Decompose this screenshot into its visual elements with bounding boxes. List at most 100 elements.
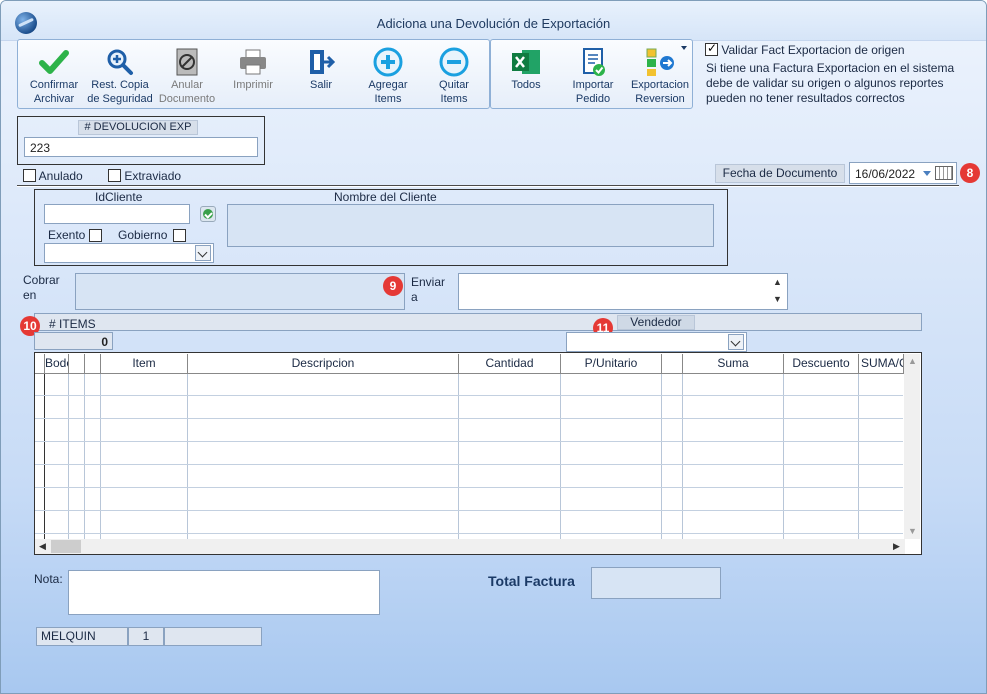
export-dropdown-icon[interactable]: [681, 46, 687, 50]
cobrar-field: [75, 273, 405, 310]
fecha-dropdown-icon[interactable]: [923, 171, 931, 176]
extraviado-checkbox[interactable]: Extraviado: [108, 169, 181, 183]
grid-divider: [858, 374, 859, 539]
exento-checkbox[interactable]: [89, 229, 102, 242]
gobierno-checkbox[interactable]: [173, 229, 186, 242]
export-toolbar: Todos Importar Pedido Exportacion Revers…: [490, 39, 693, 109]
anulado-check[interactable]: [23, 169, 36, 182]
devolucion-label: # DEVOLUCION EXP: [78, 120, 198, 135]
grid-col-header[interactable]: Suma: [683, 354, 784, 374]
enviar-scroll-up-icon[interactable]: ▲: [773, 277, 782, 287]
grid-col-header[interactable]: P/Unitario: [561, 354, 662, 374]
void-document-label: Anular Documento: [158, 79, 216, 105]
fecha-documento-label: Fecha de Documento: [715, 164, 845, 183]
grid-divider: [783, 374, 784, 539]
import-order-button[interactable]: Importar Pedido: [557, 44, 629, 106]
grid-divider: [682, 374, 683, 539]
grid-col-header[interactable]: [85, 354, 101, 374]
add-items-button[interactable]: Agregar Items: [352, 44, 424, 106]
total-factura-label: Total Factura: [488, 573, 575, 589]
items-count: 0: [34, 332, 113, 350]
grid-col-header[interactable]: Bodega: [45, 354, 69, 374]
grid-col-header[interactable]: Descripcion: [188, 354, 459, 374]
confirm-archive-button[interactable]: Confirmar Archivar: [18, 44, 90, 106]
nota-label: Nota:: [34, 572, 63, 586]
grid-row-line: [35, 441, 903, 442]
extraviado-check[interactable]: [108, 169, 121, 182]
exit-label: Salir: [309, 79, 332, 91]
confirm-archive-label: Confirmar Archivar: [29, 79, 79, 105]
export-all-button[interactable]: Todos: [490, 44, 562, 106]
idcliente-input[interactable]: [44, 204, 190, 224]
grid-col-header[interactable]: [69, 354, 85, 374]
exit-door-icon: [305, 46, 337, 78]
grid-row-line: [35, 533, 903, 534]
grid-col-header[interactable]: Descuento: [784, 354, 859, 374]
cobrar-label: Cobrar en: [23, 273, 60, 302]
grid-col-header[interactable]: [662, 354, 683, 374]
scroll-thumb[interactable]: [51, 540, 81, 553]
grid-col-header[interactable]: [35, 354, 45, 374]
grid-divider: [560, 374, 561, 539]
nota-textarea[interactable]: [68, 570, 380, 615]
grid-row-line: [35, 418, 903, 419]
grid-divider: [100, 374, 101, 539]
items-bar: [34, 313, 922, 331]
enviar-scroll-down-icon[interactable]: ▼: [773, 294, 782, 304]
vendedor-select[interactable]: [566, 332, 747, 352]
grid-col-header[interactable]: Item: [101, 354, 188, 374]
exit-button[interactable]: Salir: [285, 44, 357, 106]
restore-backup-button[interactable]: Rest. Copia de Seguridad: [84, 44, 156, 106]
export-flow-icon: [644, 46, 676, 78]
print-button[interactable]: Imprimir: [217, 44, 289, 106]
items-label: # ITEMS: [49, 317, 96, 331]
anulado-checkbox[interactable]: Anulado: [23, 169, 83, 183]
grid-divider: [44, 374, 45, 539]
grid-horizontal-scrollbar[interactable]: ◀ ▶: [35, 539, 905, 554]
exento-label: Exento: [48, 228, 86, 242]
enviar-label: Enviar a: [411, 275, 446, 304]
chevron-down-icon[interactable]: [195, 245, 211, 261]
printer-icon: [237, 46, 269, 78]
grid-divider: [187, 374, 188, 539]
marker-badge: 8: [960, 163, 980, 183]
validate-client-icon[interactable]: [200, 206, 216, 222]
divider: [17, 185, 959, 187]
scroll-down-icon[interactable]: ▼: [908, 526, 917, 536]
grid-divider: [84, 374, 85, 539]
grid-divider: [458, 374, 459, 539]
client-type-select[interactable]: [44, 243, 214, 263]
plus-circle-icon: [372, 46, 404, 78]
grid-vertical-scrollbar[interactable]: ▲ ▼: [904, 354, 920, 539]
validate-origin-checkbox[interactable]: Validar Fact Exportacion de origen: [705, 41, 905, 57]
validate-origin-note: Si tiene una Factura Exportacion en el s…: [706, 61, 955, 105]
grid-row-line: [35, 464, 903, 465]
grid-divider: [661, 374, 662, 539]
grid-row-line: [35, 395, 903, 396]
enviar-textarea[interactable]: [458, 273, 788, 310]
void-document-button[interactable]: Anular Documento: [151, 44, 223, 106]
scroll-right-icon[interactable]: ▶: [893, 541, 900, 552]
total-factura-field: [591, 567, 721, 599]
devolucion-number-field[interactable]: 223: [24, 137, 258, 157]
items-grid[interactable]: Bodega Item Descripcion Cantidad P/Unita…: [34, 352, 922, 555]
chevron-down-icon[interactable]: [728, 334, 744, 350]
export-all-label: Todos: [511, 79, 541, 91]
grid-col-header[interactable]: SUMA/C: [859, 354, 904, 374]
scroll-up-icon[interactable]: ▲: [908, 356, 917, 366]
restore-backup-label: Rest. Copia de Seguridad: [87, 79, 153, 105]
scroll-left-icon[interactable]: ◀: [39, 541, 46, 552]
excel-icon: [510, 46, 542, 78]
grid-col-header[interactable]: Cantidad: [459, 354, 561, 374]
extraviado-label: Extraviado: [124, 169, 182, 183]
validate-origin-check[interactable]: [705, 41, 718, 56]
anulado-label: Anulado: [38, 169, 83, 183]
grid-row-line: [35, 487, 903, 488]
calendar-icon[interactable]: [935, 166, 953, 180]
export-reversal-button[interactable]: Exportacion Reversion: [624, 44, 696, 106]
gobierno-label: Gobierno: [118, 228, 168, 242]
grid-row-line: [35, 510, 903, 511]
devolucion-panel: # DEVOLUCION EXP 223: [17, 116, 265, 165]
remove-items-button[interactable]: Quitar Items: [418, 44, 490, 106]
check-icon: [38, 46, 70, 78]
